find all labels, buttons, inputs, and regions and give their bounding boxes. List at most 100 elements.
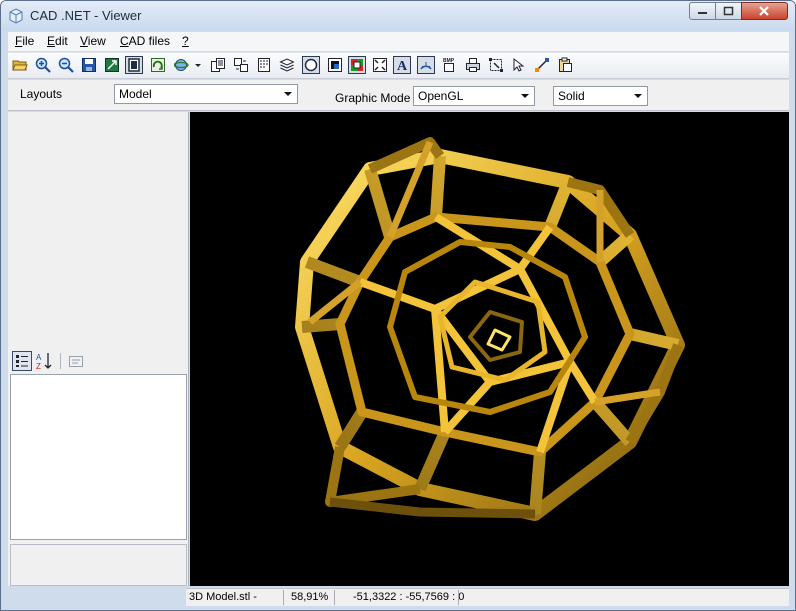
svg-text:A: A <box>397 59 408 72</box>
cube-icon <box>9 8 23 24</box>
fit-window-button[interactable] <box>371 56 389 74</box>
dropdown-arrow-icon <box>195 64 201 67</box>
status-separator <box>283 590 284 605</box>
orbit-button[interactable] <box>173 56 191 74</box>
copy-layout-button[interactable] <box>232 56 250 74</box>
copy-icon <box>211 58 225 72</box>
orbit-dropdown[interactable] <box>193 56 203 74</box>
minimize-button[interactable] <box>689 2 716 20</box>
text-icon: A <box>397 59 408 72</box>
render-style-value: Solid <box>558 89 585 103</box>
svg-text:A: A <box>36 353 42 362</box>
cad-viewport[interactable] <box>190 112 789 586</box>
window-title: CAD .NET - Viewer <box>30 8 142 23</box>
clipboard-button[interactable] <box>556 56 574 74</box>
model-3d-dodecahedron <box>295 137 685 521</box>
menu-view[interactable]: View <box>80 34 106 48</box>
graphic-mode-combo[interactable]: OpenGL <box>413 86 535 106</box>
property-pages-icon <box>69 356 83 367</box>
print-icon <box>466 58 480 72</box>
color-button[interactable] <box>348 56 366 74</box>
layouts-combo[interactable]: Model <box>114 84 298 104</box>
snap-button[interactable] <box>533 56 551 74</box>
sort-alphabetical-button[interactable]: AZ <box>35 351 55 371</box>
zoom-in-icon <box>35 57 51 73</box>
black-background-icon <box>328 58 342 72</box>
page-view-icon <box>128 58 140 72</box>
rotate-icon <box>151 58 165 72</box>
categorized-button[interactable] <box>12 351 32 371</box>
graphic-mode-value: OpenGL <box>418 89 464 103</box>
pointer-icon <box>513 57 525 72</box>
export-bmp-icon: BMP <box>443 58 455 72</box>
fit-to-page-icon <box>105 58 119 72</box>
text-button[interactable]: A <box>393 56 411 74</box>
fit-to-page-button[interactable] <box>103 56 121 74</box>
chevron-down-icon <box>284 92 292 96</box>
copy-button[interactable] <box>209 56 227 74</box>
select-area-button[interactable] <box>487 56 505 74</box>
pointer-button[interactable] <box>510 56 528 74</box>
toolbar-separator <box>60 353 61 369</box>
copy-layout-icon <box>234 58 248 72</box>
model-view <box>295 137 685 521</box>
property-pages-button[interactable] <box>66 351 86 371</box>
page-view-button[interactable] <box>125 56 143 74</box>
maximize-icon <box>723 6 734 16</box>
snap-icon <box>535 58 549 72</box>
app-window: CAD .NET - Viewer File Edit View CAD fil… <box>0 0 796 611</box>
layers-button[interactable] <box>278 56 296 74</box>
print-button[interactable] <box>464 56 482 74</box>
color-icon <box>351 59 363 71</box>
close-button[interactable] <box>741 2 788 20</box>
save-icon <box>82 58 96 72</box>
svg-text:Z: Z <box>36 362 41 371</box>
circle-select-icon <box>304 58 318 72</box>
status-zoom: 58,91% <box>291 591 329 603</box>
menu-bar: File Edit View CAD files ? <box>8 32 789 51</box>
options-bar: Layouts Model Graphic Mode OpenGL Solid <box>8 80 789 111</box>
menu-edit[interactable]: Edit <box>47 34 68 48</box>
circle-select-button[interactable] <box>302 56 320 74</box>
menu-cad-files[interactable]: CAD files <box>120 34 170 48</box>
measure-icon <box>420 62 432 70</box>
select-area-icon <box>489 58 503 72</box>
save-button[interactable] <box>80 56 98 74</box>
menu-help[interactable]: ? <box>182 34 189 48</box>
status-coordinates: -51,3322 : -55,7569 : 0 <box>353 591 465 603</box>
title-bar[interactable]: CAD .NET - Viewer <box>1 1 795 31</box>
maximize-button[interactable] <box>715 2 742 20</box>
status-separator <box>334 590 335 605</box>
export-bmp-button[interactable]: BMP <box>441 56 459 74</box>
render-style-combo[interactable]: Solid <box>553 86 648 106</box>
chevron-down-icon <box>521 94 529 98</box>
graphic-mode-label: Graphic Mode <box>335 91 411 105</box>
clipboard-icon <box>559 57 572 72</box>
layers-icon <box>279 58 295 72</box>
minimize-icon <box>698 12 707 14</box>
zoom-out-icon <box>58 57 74 73</box>
property-toolbar: AZ <box>10 350 185 372</box>
open-button[interactable] <box>11 56 29 74</box>
rotate-button[interactable] <box>149 56 167 74</box>
open-folder-icon <box>12 60 28 71</box>
status-file: 3D Model.stl - <box>189 591 257 603</box>
layouts-value: Model <box>119 87 152 101</box>
property-description <box>10 544 187 586</box>
fit-window-icon <box>373 58 387 72</box>
layouts-label: Layouts <box>20 87 63 101</box>
close-icon <box>759 6 769 16</box>
menu-file[interactable]: File <box>15 34 34 48</box>
sort-az-icon: AZ <box>36 353 52 371</box>
left-panel: AZ <box>8 112 189 586</box>
categorized-icon <box>16 355 28 367</box>
black-background-button[interactable] <box>326 56 344 74</box>
status-separator <box>458 590 459 605</box>
measure-button[interactable] <box>417 56 435 74</box>
status-bar: 3D Model.stl - 58,91% -51,3322 : -55,756… <box>186 588 789 606</box>
property-grid[interactable] <box>10 374 187 540</box>
zoom-in-button[interactable] <box>34 56 52 74</box>
zoom-out-button[interactable] <box>57 56 75 74</box>
sheet-button[interactable] <box>255 56 273 74</box>
main-toolbar: A BMP <box>8 52 789 79</box>
